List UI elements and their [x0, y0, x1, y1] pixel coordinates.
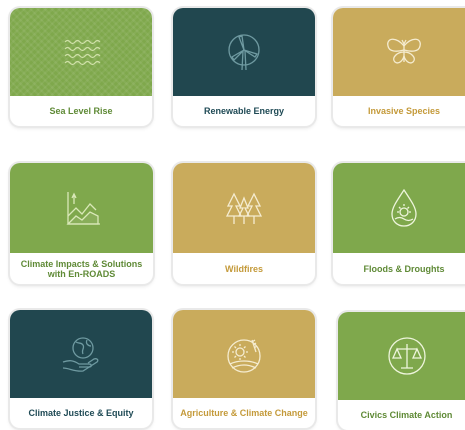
hand-globe-icon — [62, 337, 99, 372]
card-sea-level-rise[interactable]: Sea Level Rise — [10, 8, 152, 126]
card-agriculture-climate-change[interactable]: Agriculture & Climate Change — [173, 310, 315, 428]
card-label: Floods & Droughts — [363, 263, 445, 274]
water-drop-icon — [391, 188, 417, 227]
scales-of-justice-icon — [387, 337, 426, 375]
card-label: Renewable Energy — [203, 106, 285, 116]
card-wildfires[interactable]: Wildfires — [173, 163, 315, 284]
card-image — [333, 8, 465, 96]
card-renewable-energy[interactable]: Renewable Energy — [173, 8, 315, 126]
card-image — [173, 163, 315, 253]
card-label: Sea Level Rise — [49, 106, 113, 116]
card-image — [10, 163, 153, 253]
card-climate-justice-equity[interactable]: Climate Justice & Equity — [10, 310, 152, 428]
card-floods-droughts[interactable]: Floods & Droughts — [333, 163, 465, 284]
chart-icon — [65, 192, 100, 225]
sun-wheat-icon — [227, 339, 261, 373]
card-image — [338, 312, 465, 400]
card-label: Invasive Species — [367, 106, 441, 116]
card-label: Wildfires — [225, 263, 263, 274]
waves-icon — [64, 39, 101, 66]
wind-turbine-icon — [228, 34, 260, 71]
card-image — [173, 310, 315, 398]
card-invasive-species[interactable]: Invasive Species — [333, 8, 465, 126]
card-image — [333, 163, 465, 253]
butterfly-icon — [387, 38, 421, 64]
card-image — [173, 8, 315, 96]
burning-trees-icon — [225, 192, 263, 224]
card-label: Civics Climate Action — [360, 410, 453, 420]
card-label: Climate Impacts & Solutions with En-ROAD… — [20, 258, 143, 279]
card-civics-climate-action[interactable]: Civics Climate Action — [338, 312, 465, 430]
card-label: Climate Justice & Equity — [28, 408, 134, 418]
card-climate-impacts-en-roads[interactable]: Climate Impacts & Solutions with En-ROAD… — [10, 163, 153, 284]
card-image — [10, 310, 152, 398]
card-label: Agriculture & Climate Change — [180, 408, 308, 418]
card-image — [10, 8, 152, 96]
